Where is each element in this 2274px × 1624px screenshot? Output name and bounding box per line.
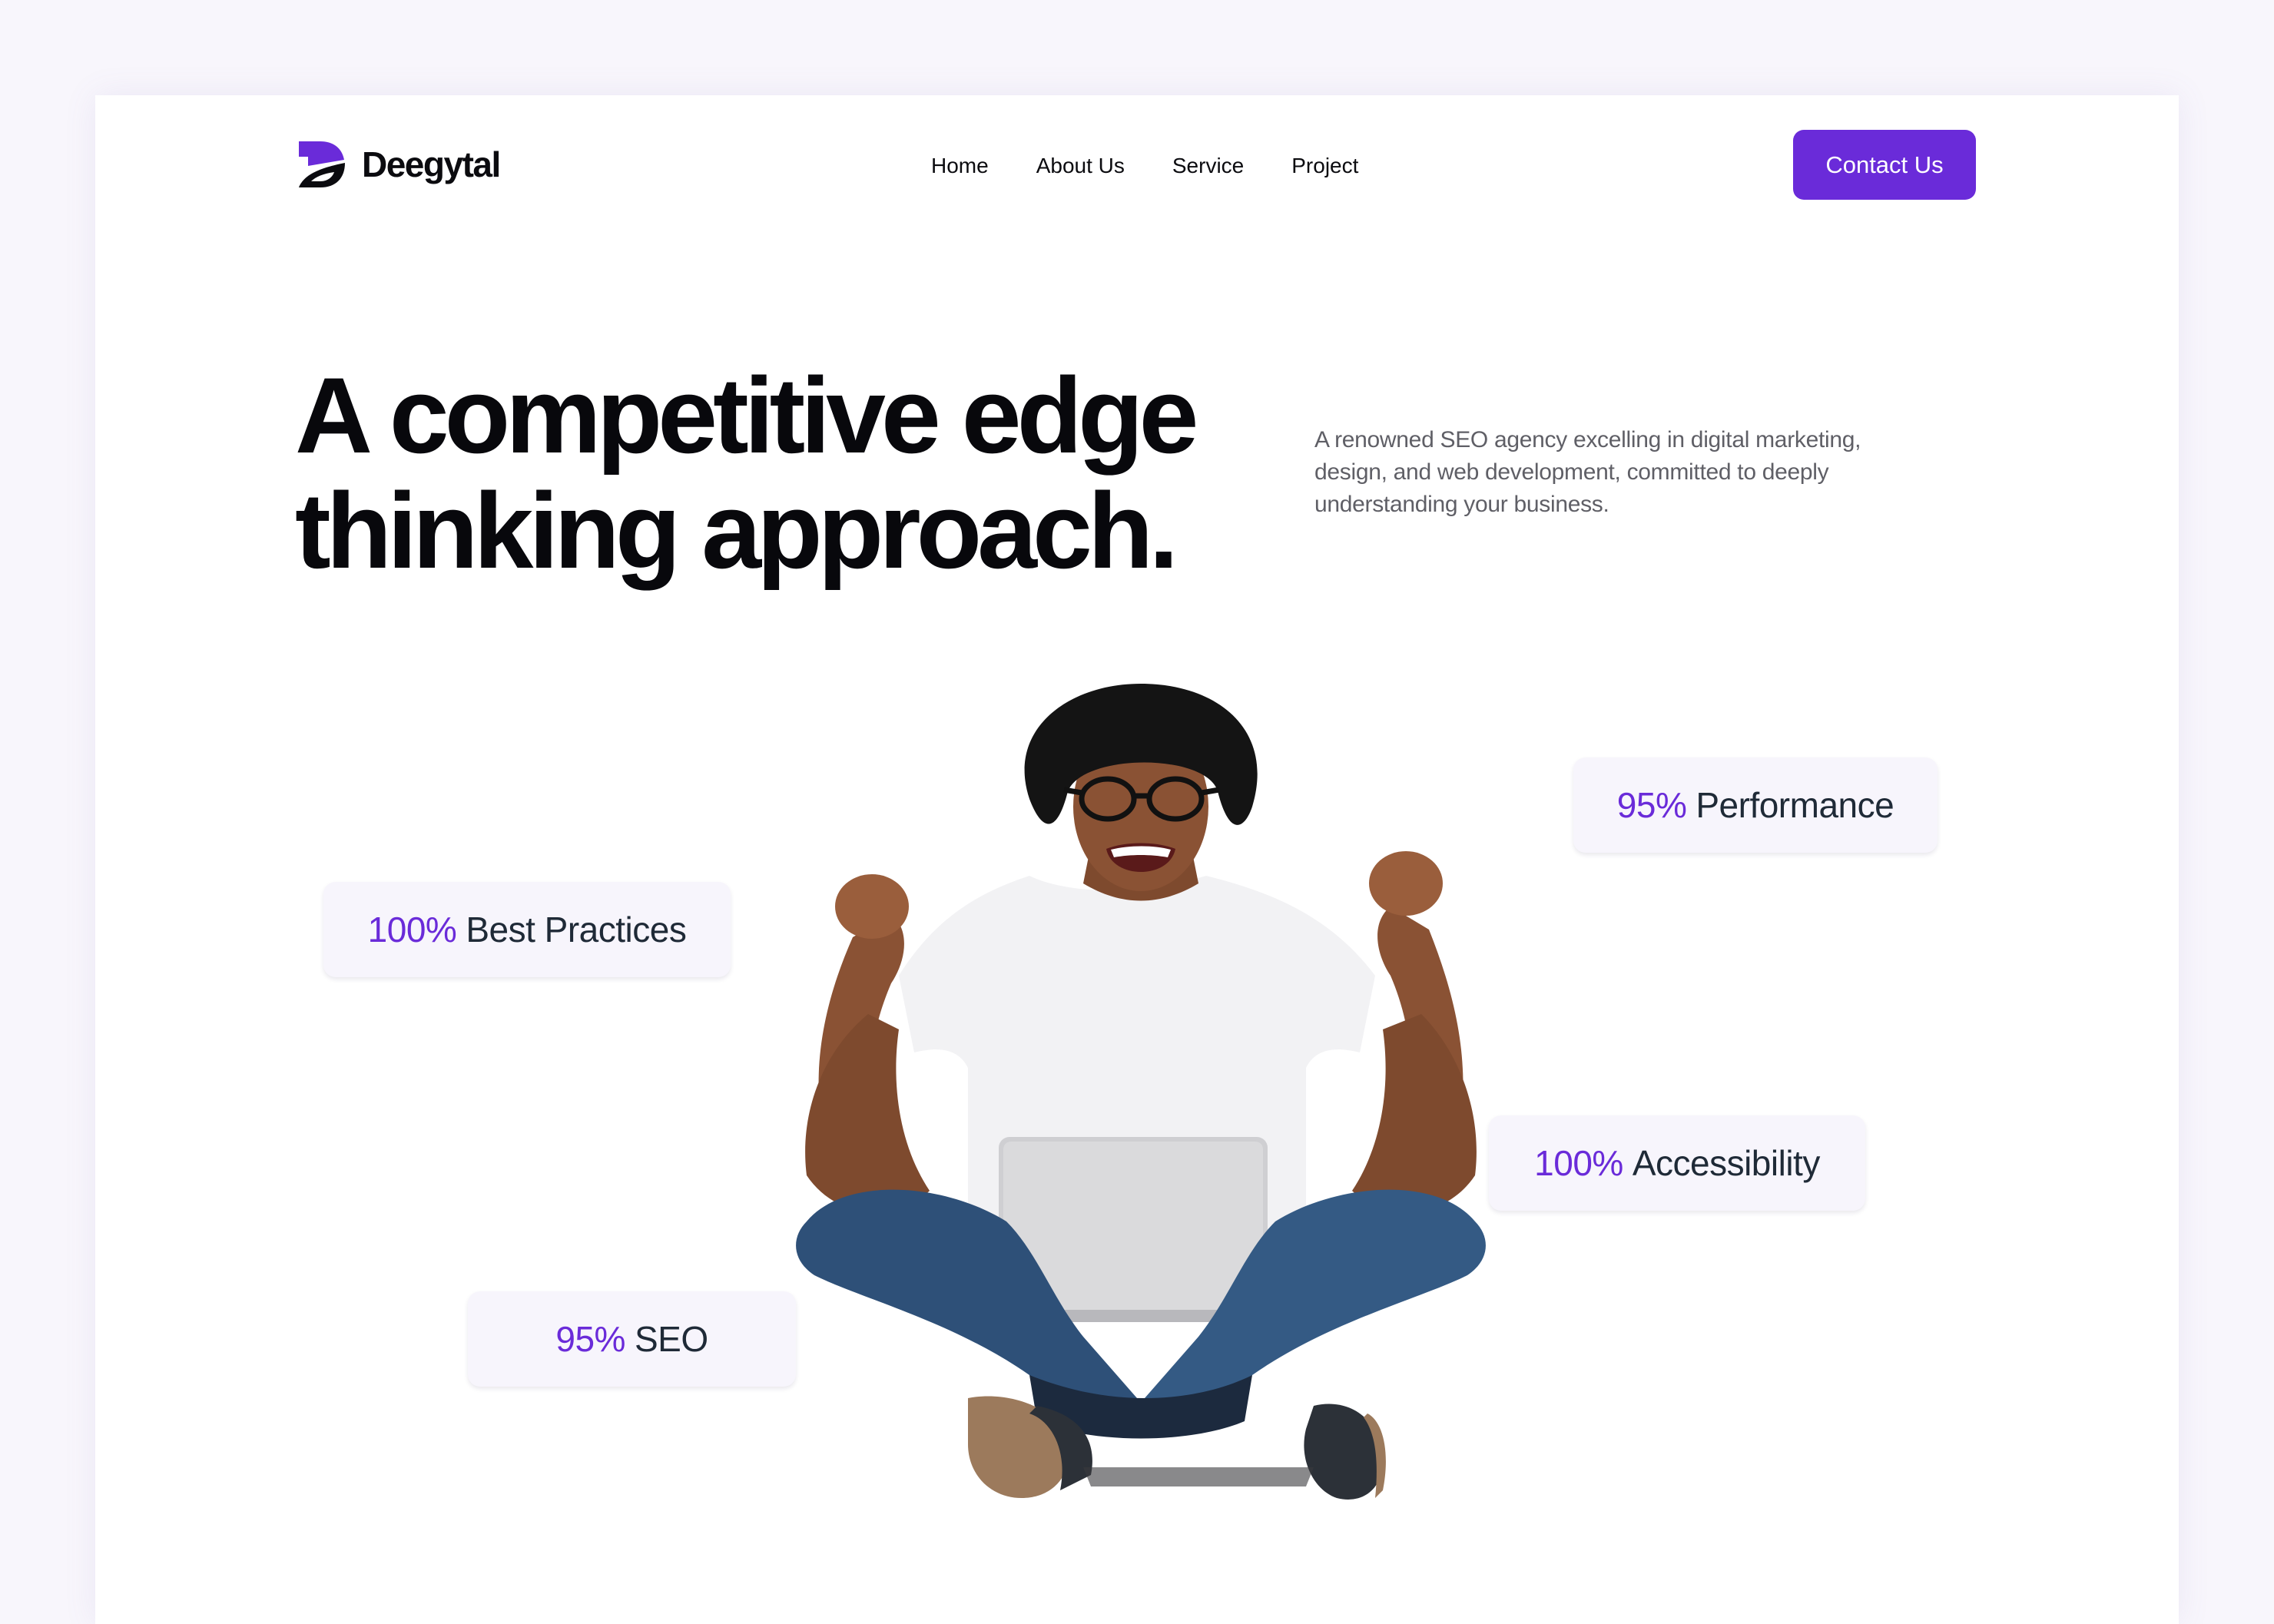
nav-service[interactable]: Service xyxy=(1172,154,1244,178)
main-nav: Home About Us Service Project xyxy=(931,151,1358,181)
person-illustration xyxy=(796,684,1486,1500)
stat-card-performance: 95% Performance xyxy=(1573,757,1938,853)
hero-person-image xyxy=(796,684,1486,1500)
headline-line-1: A competitive edge xyxy=(295,355,1198,476)
stat-label: Performance xyxy=(1696,785,1894,825)
hero-headline: A competitive edge thinking approach. xyxy=(295,358,1255,588)
stat-card-accessibility: 100% Accessibility xyxy=(1489,1115,1865,1211)
stat-label: Accessibility xyxy=(1632,1143,1821,1183)
right-fist xyxy=(1369,851,1443,916)
stat-label: SEO xyxy=(634,1319,708,1359)
nav-project[interactable]: Project xyxy=(1291,154,1358,178)
right-shoe xyxy=(1304,1404,1386,1500)
hero-description: A renowned SEO agency excelling in digit… xyxy=(1314,427,1861,517)
brand-name: Deegytal xyxy=(362,144,501,184)
stat-value: 95% xyxy=(555,1319,625,1359)
nav-about-us[interactable]: About Us xyxy=(1036,154,1125,178)
stat-label: Best Practices xyxy=(466,910,687,950)
stat-value: 100% xyxy=(367,910,457,950)
headline-line-2: thinking approach. xyxy=(295,470,1178,591)
stat-value: 95% xyxy=(1616,785,1687,825)
brand-logo[interactable]: Deegytal xyxy=(297,138,501,191)
nav-home[interactable]: Home xyxy=(931,154,989,178)
d-swoosh-logo-icon xyxy=(299,141,345,187)
left-fist xyxy=(835,874,909,939)
stat-card-best-practices: 100% Best Practices xyxy=(323,882,731,977)
contact-us-button[interactable]: Contact Us xyxy=(1793,130,1976,200)
stat-card-seo: 95% SEO xyxy=(468,1291,796,1387)
stat-value: 100% xyxy=(1534,1143,1623,1183)
